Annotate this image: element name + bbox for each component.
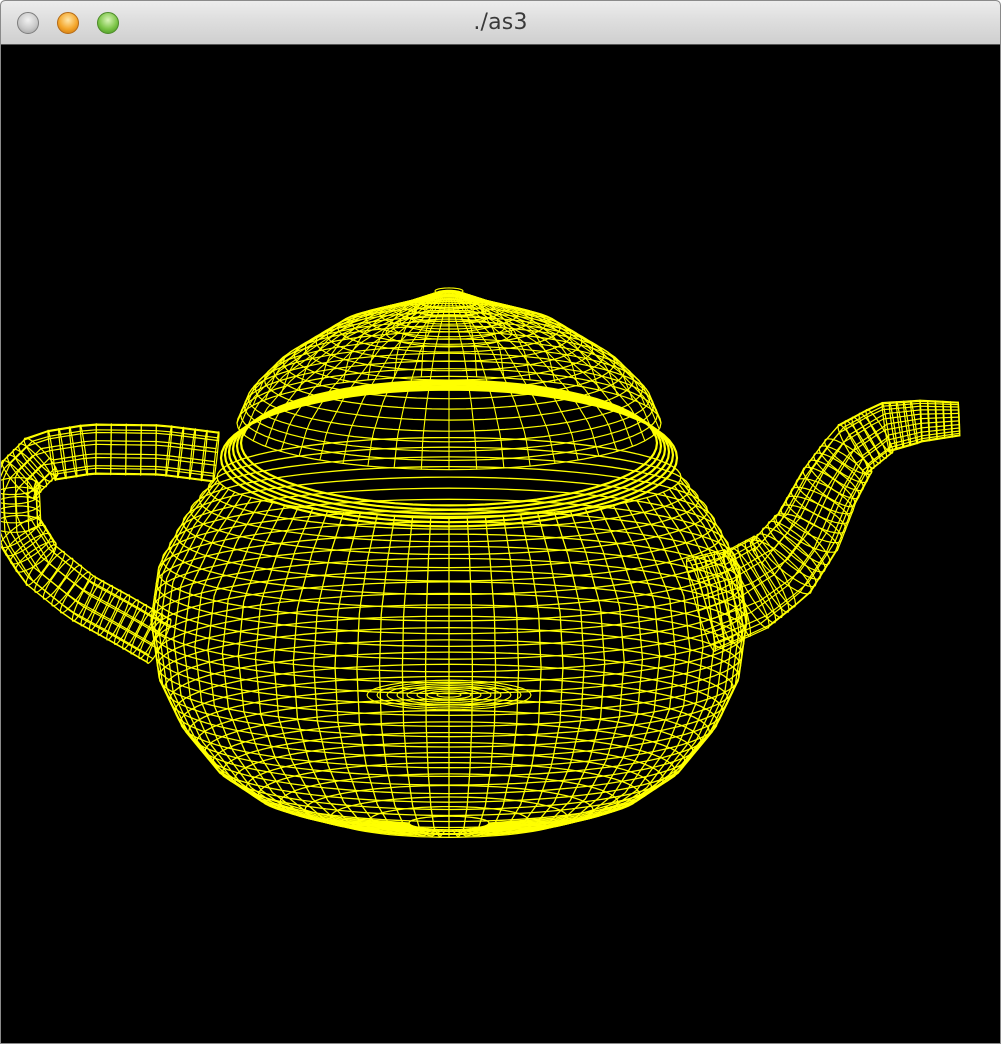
handle-ring	[140, 423, 142, 476]
handle-ring	[1, 496, 41, 514]
spout-ring	[837, 424, 869, 474]
handle-ring	[165, 425, 173, 477]
handle-ring	[188, 428, 197, 480]
spout-line	[713, 430, 961, 638]
handle-ring	[177, 426, 185, 479]
handle-ring	[4, 524, 47, 557]
window-title: ./as3	[473, 10, 528, 35]
handle-ring	[200, 429, 208, 482]
handle-ring	[1, 505, 42, 524]
title-bar[interactable]: ./as3	[1, 1, 1000, 45]
handle-line	[32, 465, 214, 620]
teapot-wireframe	[1, 287, 961, 838]
app-window: ./as3	[0, 0, 1001, 1044]
handle-ring	[125, 423, 127, 476]
handle-ring	[155, 424, 157, 476]
handle-ring	[95, 423, 97, 475]
handle-ring	[110, 423, 112, 476]
render-viewport[interactable]	[1, 45, 1000, 1043]
